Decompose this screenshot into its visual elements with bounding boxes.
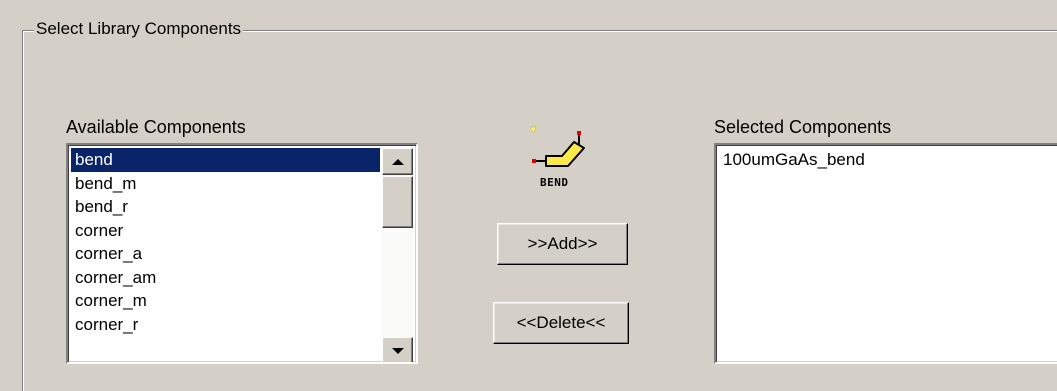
list-item-bend-m[interactable]: bend_m (71, 172, 380, 196)
up-arrow-icon (391, 158, 404, 165)
down-arrow-icon (391, 347, 404, 354)
selected-components-label: Selected Components (714, 117, 892, 137)
scroll-down-button[interactable] (382, 337, 413, 362)
selected-components-list[interactable]: 100umGaAs_bend (714, 143, 1057, 364)
groupbox-title: Select Library Components (34, 18, 244, 40)
list-item-corner-m[interactable]: corner_m (71, 289, 380, 313)
add-button[interactable]: >>Add>> (497, 223, 628, 265)
selected-item-100umgaas-bend[interactable]: 100umGaAs_bend (719, 148, 1057, 172)
delete-button[interactable]: <<Delete<< (493, 302, 629, 344)
scrollbar-thumb[interactable] (382, 176, 413, 228)
list-item-corner-r[interactable]: corner_r (71, 313, 380, 337)
list-item-bend-r[interactable]: bend_r (71, 195, 380, 219)
available-components-label: Available Components (66, 117, 246, 137)
vertical-scrollbar[interactable] (382, 148, 413, 362)
available-components-list[interactable]: bend bend_m bend_r corner corner_a corne… (66, 143, 418, 364)
list-item-bend[interactable]: bend (71, 148, 380, 172)
list-item-corner[interactable]: corner (71, 219, 380, 243)
list-item-corner-a[interactable]: corner_a (71, 242, 380, 266)
icon-caption: BEND (540, 176, 569, 189)
list-item-corner-am[interactable]: corner_am (71, 266, 380, 290)
scroll-up-button[interactable] (382, 148, 413, 175)
